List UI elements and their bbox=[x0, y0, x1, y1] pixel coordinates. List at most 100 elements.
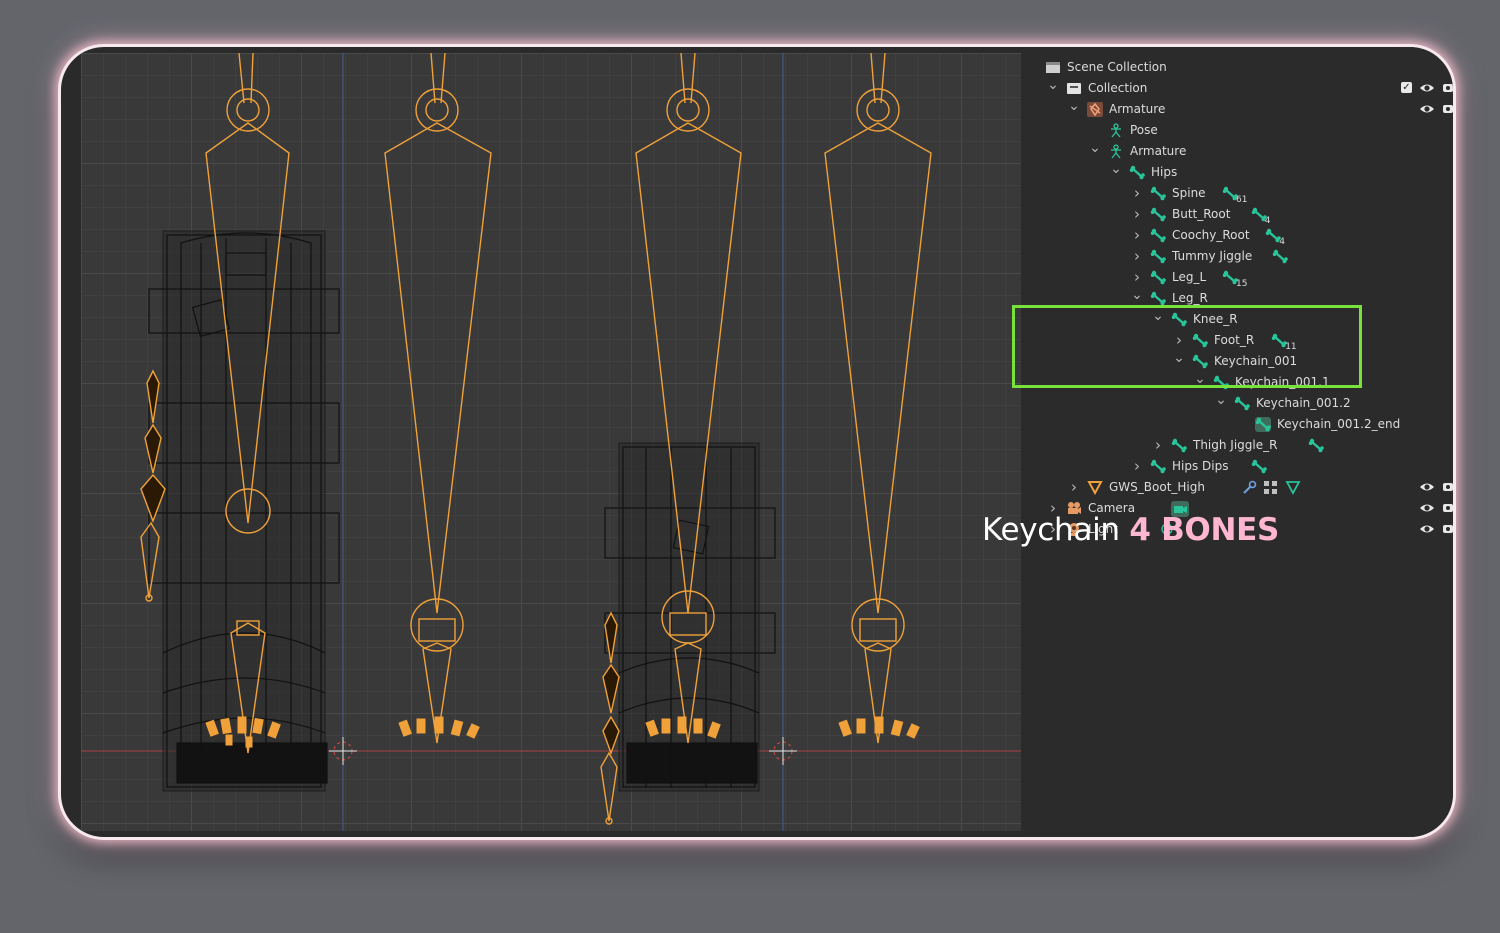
chevron-down-icon[interactable]: ⌄ bbox=[1215, 390, 1227, 411]
outliner-row[interactable]: Keychain_001.2_end bbox=[1021, 414, 1453, 435]
bone-icon bbox=[1213, 375, 1229, 390]
bone-icon bbox=[1171, 312, 1187, 327]
caption-text: Keychain 4 BONES bbox=[982, 512, 1279, 548]
outliner-row-label: Hips bbox=[1151, 165, 1178, 179]
child-bone-icon[interactable] bbox=[1308, 438, 1324, 453]
keychain-bones-right bbox=[600, 611, 620, 825]
outliner-row[interactable]: ⌄ Armature bbox=[1021, 96, 1453, 120]
3d-viewport[interactable] bbox=[81, 53, 1021, 831]
outliner-row-label: Knee_R bbox=[1193, 312, 1238, 326]
chevron-right-icon[interactable]: › bbox=[1068, 477, 1080, 498]
3d-cursor-left bbox=[329, 737, 357, 765]
outliner-row-label: Hips Dips bbox=[1172, 459, 1229, 473]
outliner-row-label: Keychain_001.2_end bbox=[1277, 417, 1401, 431]
scene-collection-icon bbox=[1045, 60, 1061, 75]
outliner-row[interactable]: › Butt_Root 4 bbox=[1021, 204, 1453, 226]
caption-bone-count: 4 BONES bbox=[1129, 512, 1280, 548]
child-bone-icon[interactable] bbox=[1272, 249, 1289, 264]
armature-object-icon bbox=[1087, 102, 1103, 117]
collection-icon bbox=[1066, 81, 1082, 96]
visibility-eye-icon[interactable] bbox=[1419, 480, 1435, 494]
outliner-row[interactable]: › Thigh Jiggle_R bbox=[1021, 435, 1453, 456]
mesh-data-icon[interactable] bbox=[1285, 480, 1301, 495]
outliner-row-label: Leg_L bbox=[1172, 270, 1207, 284]
viewport-scene bbox=[81, 53, 1021, 831]
chevron-down-icon[interactable]: ⌄ bbox=[1173, 348, 1185, 369]
chevron-down-icon[interactable]: ⌄ bbox=[1110, 159, 1122, 180]
outliner-row-label: Armature bbox=[1109, 102, 1166, 116]
caption-keychain: Keychain bbox=[982, 512, 1120, 548]
child-bone-icon[interactable] bbox=[1251, 459, 1267, 474]
wrench-modifier-icon[interactable] bbox=[1241, 480, 1257, 495]
bone-icon bbox=[1192, 354, 1208, 369]
boot-wireframe-left bbox=[148, 230, 340, 792]
outliner-row-label: Keychain_001.2 bbox=[1256, 396, 1351, 410]
outliner-row-label: Butt_Root bbox=[1172, 207, 1231, 221]
outliner-row[interactable]: › Hips Dips bbox=[1021, 456, 1453, 477]
chevron-right-icon[interactable]: › bbox=[1131, 183, 1143, 204]
exclude-checkbox[interactable]: ✓ bbox=[1401, 82, 1412, 93]
outliner-row[interactable]: › Tummy Jiggle bbox=[1021, 246, 1453, 267]
outliner-row-label: Spine bbox=[1172, 186, 1206, 200]
outliner-row[interactable]: › Foot_R 11 bbox=[1021, 330, 1453, 352]
outliner-row-label: Scene Collection bbox=[1067, 60, 1167, 74]
visibility-eye-icon[interactable] bbox=[1419, 81, 1435, 95]
bone-icon bbox=[1150, 459, 1166, 474]
bone-chain-2 bbox=[384, 53, 492, 744]
outliner-row-label: Tummy Jiggle bbox=[1172, 249, 1253, 263]
outliner-row[interactable]: › GWS_Boot_High bbox=[1021, 477, 1453, 498]
pose-icon bbox=[1108, 123, 1124, 138]
chevron-right-icon[interactable]: › bbox=[1131, 246, 1143, 267]
outliner-row[interactable]: ⌄ Keychain_001.2 bbox=[1021, 390, 1453, 414]
outliner-row[interactable]: Scene Collection bbox=[1021, 57, 1453, 78]
outliner-row[interactable]: Pose bbox=[1021, 120, 1453, 141]
outliner-row-label: GWS_Boot_High bbox=[1109, 480, 1205, 494]
bone-icon bbox=[1234, 396, 1250, 411]
visibility-eye-icon[interactable] bbox=[1419, 501, 1435, 515]
chevron-down-icon[interactable]: ⌄ bbox=[1068, 96, 1080, 117]
chevron-right-icon[interactable]: › bbox=[1131, 225, 1143, 246]
outliner-row[interactable]: › Leg_L 15 bbox=[1021, 267, 1453, 289]
bone-icon bbox=[1150, 207, 1166, 222]
chevron-right-icon[interactable]: › bbox=[1131, 456, 1143, 477]
bone-icon bbox=[1171, 438, 1187, 453]
outliner-row[interactable]: ⌄ Keychain_001 bbox=[1021, 348, 1453, 372]
outliner-row-label: Collection bbox=[1088, 81, 1148, 95]
outliner-row[interactable]: ⌄ Knee_R bbox=[1021, 306, 1453, 330]
chevron-down-icon[interactable]: ⌄ bbox=[1131, 285, 1143, 306]
outliner-panel: Scene Collection ⌄ Collection ✓ ⌄ Armature Pos… bbox=[1021, 47, 1453, 837]
chevron-right-icon[interactable]: › bbox=[1152, 435, 1164, 456]
outliner-row-label: Leg_R bbox=[1172, 291, 1208, 305]
outliner-row[interactable]: ⌄ Hips bbox=[1021, 159, 1453, 183]
outliner-row[interactable]: ⌄ Leg_R bbox=[1021, 285, 1453, 309]
vertex-groups-icon[interactable] bbox=[1263, 480, 1279, 495]
render-camera-icon[interactable] bbox=[1443, 522, 1453, 536]
outliner-row[interactable]: ⌄ Keychain_001.1 bbox=[1021, 369, 1453, 393]
visibility-eye-icon[interactable] bbox=[1419, 522, 1435, 536]
outliner-row-label: Pose bbox=[1130, 123, 1158, 137]
window-frame: Scene Collection ⌄ Collection ✓ ⌄ Armature Pos… bbox=[58, 44, 1456, 840]
render-camera-icon[interactable] bbox=[1443, 480, 1453, 494]
chevron-down-icon[interactable]: ⌄ bbox=[1089, 138, 1101, 159]
bone-icon bbox=[1150, 186, 1166, 201]
chevron-down-icon[interactable]: ⌄ bbox=[1152, 306, 1164, 327]
3d-cursor-right bbox=[769, 737, 797, 765]
outliner-row[interactable]: ⌄ Collection ✓ bbox=[1021, 75, 1453, 99]
visibility-eye-icon[interactable] bbox=[1419, 102, 1435, 116]
outliner-row-label: Keychain_001 bbox=[1214, 354, 1298, 368]
bone-icon bbox=[1150, 249, 1166, 264]
render-camera-icon[interactable] bbox=[1443, 81, 1453, 95]
bone-chain-4 bbox=[824, 53, 932, 744]
armature-data-icon bbox=[1108, 144, 1124, 159]
bone-icon bbox=[1150, 291, 1166, 306]
outliner-row[interactable]: › Coochy_Root 4 bbox=[1021, 225, 1453, 247]
chevron-right-icon[interactable]: › bbox=[1131, 204, 1143, 225]
bone-icon bbox=[1150, 228, 1166, 243]
chevron-down-icon[interactable]: ⌄ bbox=[1047, 75, 1059, 96]
outliner-row[interactable]: ⌄ Armature bbox=[1021, 138, 1453, 162]
chevron-down-icon[interactable]: ⌄ bbox=[1194, 369, 1206, 390]
bone-icon bbox=[1255, 417, 1271, 432]
render-camera-icon[interactable] bbox=[1443, 501, 1453, 515]
outliner-row[interactable]: › Spine 61 bbox=[1021, 183, 1453, 205]
render-camera-icon[interactable] bbox=[1443, 102, 1453, 116]
